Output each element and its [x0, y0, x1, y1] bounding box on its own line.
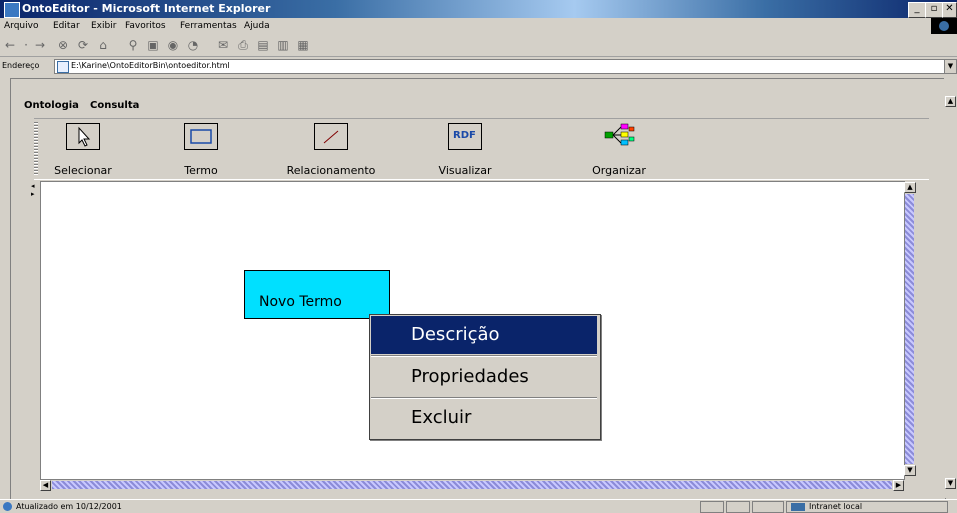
organize-label: Organizar [592, 164, 646, 177]
context-item-excluir[interactable]: Excluir [371, 399, 597, 437]
ie-icon [4, 2, 20, 18]
rdf-icon: RDF [448, 123, 482, 150]
zone-label: Intranet local [809, 502, 863, 511]
history-icon[interactable]: ◔ [186, 38, 200, 52]
search-icon[interactable]: ⚲ [126, 38, 140, 52]
address-bar: Endereço E:\Karine\OntoEditorBin\ontoedi… [0, 57, 957, 75]
home-icon[interactable]: ⌂ [96, 38, 110, 52]
horizontal-scroll-track[interactable] [52, 481, 892, 489]
context-item-label: Propriedades [411, 366, 529, 387]
menu-exibir[interactable]: Exibir [91, 21, 116, 31]
app-toolbar: Selecionar Termo Relacionamento RDF Visu… [34, 118, 929, 180]
rectangle-icon [184, 123, 218, 150]
context-item-label: Excluir [411, 407, 472, 428]
maximize-button[interactable]: ▫ [925, 2, 943, 18]
organize-tool[interactable]: Organizar [592, 123, 646, 177]
windows-logo-icon [931, 18, 957, 34]
vertical-scroll-track[interactable] [905, 194, 914, 464]
close-button[interactable]: ✕ [942, 2, 957, 18]
context-item-propriedades[interactable]: Propriedades [371, 358, 597, 396]
splitter[interactable]: ◂ ▸ [30, 180, 38, 480]
address-dropdown-icon[interactable]: ▼ [944, 59, 957, 74]
menu-ferramentas[interactable]: Ferramentas [180, 21, 237, 31]
context-item-label: Descrição [411, 324, 500, 345]
cursor-icon [66, 123, 100, 150]
title-bar: OntoEditor - Microsoft Internet Explorer… [0, 0, 957, 18]
messenger-icon[interactable]: ▦ [296, 38, 310, 52]
media-icon[interactable]: ◉ [166, 38, 180, 52]
scroll-left-icon[interactable]: ◀ [40, 480, 51, 491]
globe-icon [3, 502, 12, 511]
status-pane [726, 501, 750, 513]
context-menu: Descrição Propriedades Excluir [369, 314, 601, 440]
relationship-label: Relacionamento [286, 164, 376, 177]
select-label: Selecionar [54, 164, 112, 177]
address-url: E:\Karine\OntoEditorBin\ontoeditor.html [71, 61, 230, 70]
canvas-scroll-up-icon[interactable]: ▲ [904, 182, 916, 193]
status-bar: Atualizado em 10/12/2001 Intranet local [0, 499, 957, 513]
term-label: Termo [184, 164, 218, 177]
browser-scrollbar[interactable]: ▲ ▼ [944, 78, 957, 498]
scroll-up-icon[interactable]: ▲ [945, 96, 956, 107]
line-icon [314, 123, 348, 150]
expand-right-icon[interactable]: ▸ [31, 190, 35, 198]
scroll-right-icon[interactable]: ▶ [893, 480, 904, 491]
page-icon [57, 61, 69, 73]
relationship-tool[interactable]: Relacionamento [287, 123, 375, 177]
menu-ontologia[interactable]: Ontologia [24, 100, 79, 111]
status-text: Atualizado em 10/12/2001 [16, 502, 122, 511]
menu-ajuda[interactable]: Ajuda [244, 21, 270, 31]
collapse-left-icon[interactable]: ◂ [31, 182, 35, 190]
select-tool[interactable]: Selecionar [54, 123, 112, 177]
intranet-icon [791, 503, 805, 511]
minimize-button[interactable]: _ [908, 2, 926, 18]
menu-editar[interactable]: Editar [53, 21, 80, 31]
view-tool[interactable]: RDF Visualizar [439, 123, 491, 177]
print-icon[interactable]: ⎙ [236, 38, 250, 52]
security-zone: Intranet local [786, 501, 948, 513]
term-node-label: Novo Termo [259, 294, 342, 310]
dropdown-icon[interactable]: · [20, 38, 32, 52]
term-node[interactable]: Novo Termo [244, 270, 390, 319]
organize-icon [603, 123, 635, 148]
term-tool[interactable]: Termo [178, 123, 224, 177]
stop-icon[interactable]: ⊗ [56, 38, 70, 52]
status-pane [752, 501, 784, 513]
context-item-descricao[interactable]: Descrição [371, 316, 597, 354]
menu-arquivo[interactable]: Arquivo [4, 21, 38, 31]
horizontal-scrollbar[interactable]: ◀ ▶ [40, 480, 904, 491]
menu-consulta[interactable]: Consulta [90, 100, 139, 111]
rdf-icon-text: RDF [453, 130, 476, 141]
discuss-icon[interactable]: ▥ [276, 38, 290, 52]
view-label: Visualizar [438, 164, 492, 177]
address-input[interactable]: E:\Karine\OntoEditorBin\ontoeditor.html [54, 59, 952, 74]
address-label: Endereço [2, 61, 40, 70]
menu-favoritos[interactable]: Favoritos [125, 21, 166, 31]
canvas-scroll-down-icon[interactable]: ▼ [904, 465, 916, 476]
mail-icon[interactable]: ✉ [216, 38, 230, 52]
status-pane [700, 501, 724, 513]
back-arrow-icon[interactable]: ← [4, 38, 16, 52]
window-title: OntoEditor - Microsoft Internet Explorer [22, 2, 271, 15]
browser-toolbar: ← · → ⊗ ⟳ ⌂ ⚲ ▣ ◉ ◔ ✉ ⎙ ▤ ▥ ▦ [0, 34, 957, 57]
edit-icon[interactable]: ▤ [256, 38, 270, 52]
browser-menu-bar: Arquivo Editar Exibir Favoritos Ferramen… [0, 18, 957, 34]
refresh-icon[interactable]: ⟳ [76, 38, 90, 52]
menu-separator [371, 355, 597, 357]
scroll-down-icon[interactable]: ▼ [945, 478, 956, 489]
forward-arrow-icon[interactable]: → [34, 38, 46, 52]
favorites-icon[interactable]: ▣ [146, 38, 160, 52]
